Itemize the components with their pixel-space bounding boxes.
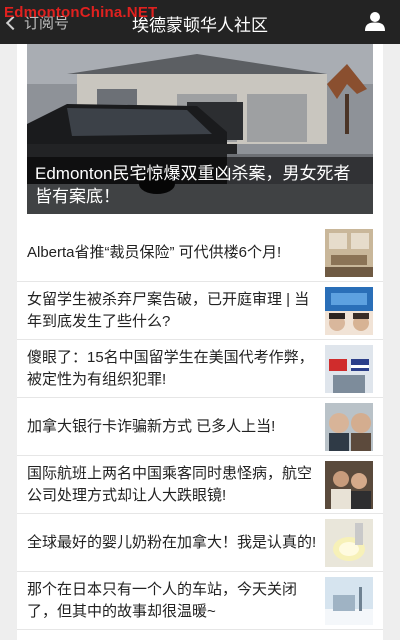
hero-caption: Edmonton民宅惊爆双重凶杀案，男女死者皆有案底！ <box>27 157 373 214</box>
article-list: Alberta省推“裁员保险” 可代供楼6个月! 女留学生被杀弃尸案告破，已开庭… <box>17 224 383 630</box>
list-item[interactable]: 加拿大银行卡诈骗新方式 已多人上当! <box>17 398 383 456</box>
list-item[interactable]: 傻眼了：15名中国留学生在美国代考作弊，被定性为有组织犯罪! <box>17 340 383 398</box>
article-title: 女留学生被杀弃尸案告破，已开庭审理 | 当年到底发生了些什么? <box>27 291 310 330</box>
list-item[interactable]: 那个在日本只有一个人的车站，今天关闭了，但其中的故事却很温暖~ <box>17 572 383 630</box>
article-thumbnail <box>325 461 373 509</box>
article-thumbnail <box>325 229 373 277</box>
article-thumbnail <box>325 345 373 393</box>
article-thumbnail <box>325 577 373 625</box>
hero-article[interactable]: Edmonton民宅惊爆双重凶杀案，男女死者皆有案底！ <box>27 44 373 214</box>
article-title: 傻眼了：15名中国留学生在美国代考作弊，被定性为有组织犯罪! <box>27 349 314 388</box>
article-thumbnail <box>325 287 373 335</box>
list-item[interactable]: 全球最好的婴儿奶粉在加拿大！我是认真的! <box>17 514 383 572</box>
list-item[interactable]: Alberta省推“裁员保险” 可代供楼6个月! <box>17 224 383 282</box>
article-title: 那个在日本只有一个人的车站，今天关闭了，但其中的故事却很温暖~ <box>27 581 298 620</box>
profile-button[interactable] <box>364 10 386 32</box>
list-item[interactable]: 女留学生被杀弃尸案告破，已开庭审理 | 当年到底发生了些什么? <box>17 282 383 340</box>
article-card: Edmonton民宅惊爆双重凶杀案，男女死者皆有案底！ Alberta省推“裁员… <box>17 44 383 640</box>
article-thumbnail <box>325 403 373 451</box>
person-icon <box>365 12 385 31</box>
article-title: 全球最好的婴儿奶粉在加拿大！我是认真的! <box>27 534 317 551</box>
article-title: 加拿大银行卡诈骗新方式 已多人上当! <box>27 418 276 435</box>
article-title: Alberta省推“裁员保险” 可代供楼6个月! <box>27 244 282 261</box>
article-thumbnail <box>325 519 373 567</box>
site-watermark: EdmontonChina.NET <box>4 4 158 21</box>
list-item[interactable]: 国际航班上两名中国乘客同时患怪病，航空公司处理方式却让人大跌眼镜! <box>17 456 383 514</box>
article-title: 国际航班上两名中国乘客同时患怪病，航空公司处理方式却让人大跌眼镜! <box>27 465 313 504</box>
